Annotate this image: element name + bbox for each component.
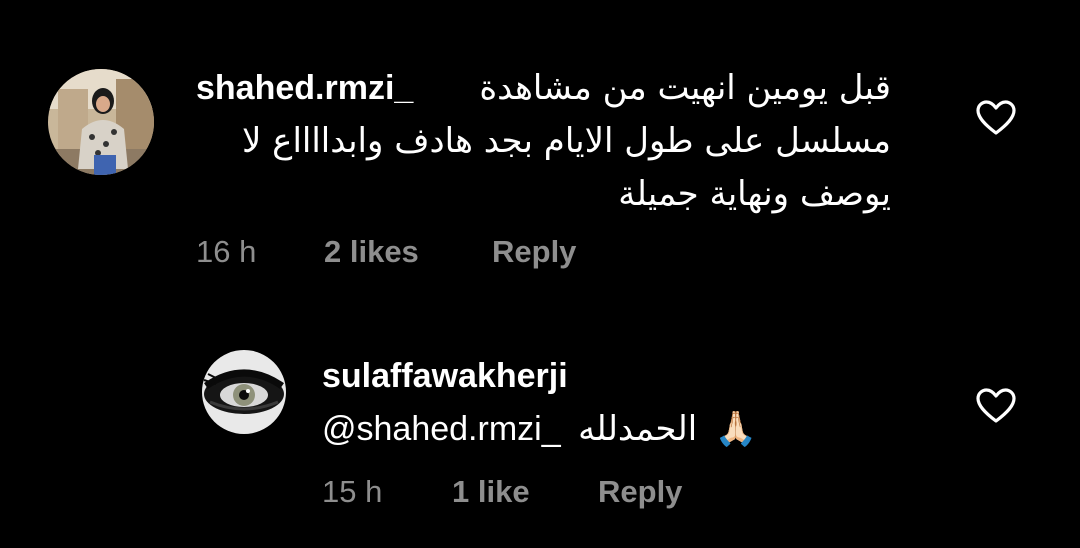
comment-time: 16 h xyxy=(196,234,257,269)
comment-text-line-1: قبل يومين انهيت من مشاهدة xyxy=(479,68,891,108)
user-photo-icon xyxy=(48,69,154,175)
reply-text: sulaffawakherji @shahed.rmzi_ الحمدلله 🙏… xyxy=(322,350,882,456)
avatar[interactable] xyxy=(202,350,286,434)
comment-1: shahed.rmzi_ قبل يومين انهيت من مشاهدة م… xyxy=(0,0,1080,290)
mention-link[interactable]: @shahed.rmzi_ xyxy=(322,410,561,448)
comment-meta: 16 h 2 likes Reply xyxy=(196,234,696,274)
folded-hands-emoji: 🙏🏻 xyxy=(714,410,757,448)
heart-outline-icon[interactable] xyxy=(976,100,1016,136)
avatar[interactable] xyxy=(48,69,154,175)
reply-likes[interactable]: 1 like xyxy=(452,474,530,510)
reply-username[interactable]: sulaffawakherji xyxy=(322,350,882,403)
comment-text-line-2: مسلسل على طول الايام بجد هادف وابدااااع … xyxy=(241,121,891,161)
reply-message: الحمدلله xyxy=(578,409,698,449)
comment-text: shahed.rmzi_ قبل يومين انهيت من مشاهدة م… xyxy=(196,62,891,221)
reply-meta: 15 h 1 like Reply xyxy=(322,474,772,514)
comment-2: sulaffawakherji @shahed.rmzi_ الحمدلله 🙏… xyxy=(0,290,1080,548)
reply-button[interactable]: Reply xyxy=(492,234,576,270)
reply-time: 15 h xyxy=(322,474,383,509)
comment-text-line-3: يوصف ونهاية جميلة xyxy=(618,174,891,214)
comment-likes[interactable]: 2 likes xyxy=(324,234,419,270)
eye-icon xyxy=(202,350,286,434)
reply-button[interactable]: Reply xyxy=(598,474,682,510)
heart-outline-icon[interactable] xyxy=(976,388,1016,424)
comment-username[interactable]: shahed.rmzi_ xyxy=(196,62,413,115)
